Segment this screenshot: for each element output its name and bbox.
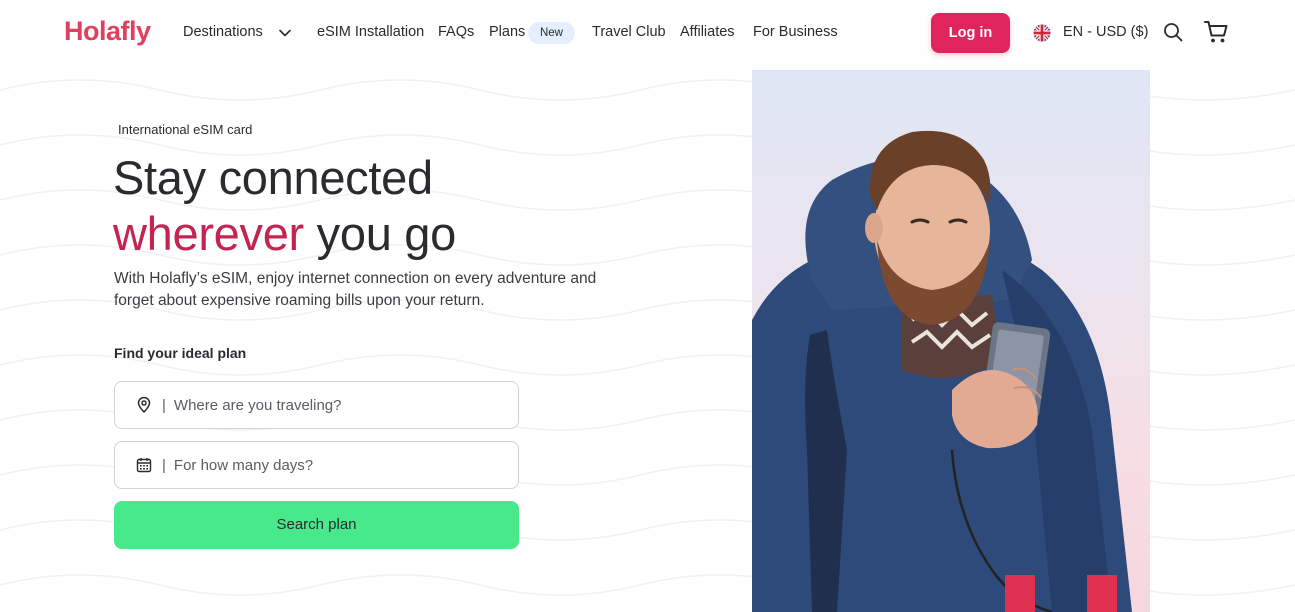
login-button[interactable]: Log in <box>931 13 1010 53</box>
find-plan-label: Find your ideal plan <box>114 345 247 361</box>
uk-flag-icon[interactable] <box>1033 24 1051 42</box>
headline-line1: Stay connected <box>113 151 433 204</box>
nav-for-business[interactable]: For Business <box>753 24 838 40</box>
destination-input[interactable] <box>173 396 494 414</box>
language-currency-selector[interactable]: EN - USD ($) <box>1063 24 1148 40</box>
new-badge: New <box>528 22 575 44</box>
nav-affiliates[interactable]: Affiliates <box>680 24 735 40</box>
cart-icon[interactable] <box>1203 19 1229 45</box>
nav-destinations[interactable]: Destinations <box>183 24 263 40</box>
hero-lead: With Holafly’s eSIM, enjoy internet conn… <box>114 270 597 309</box>
nav-travel-club[interactable]: Travel Club <box>592 24 666 40</box>
site-header: Holafly Destinations eSIM Installation F… <box>0 0 1295 66</box>
traveler-illustration <box>752 130 1132 612</box>
days-field[interactable]: | <box>114 441 519 489</box>
hero-headline: Stay connected wherever you go <box>113 150 456 262</box>
hero-eyebrow: International eSIM card <box>118 122 253 137</box>
search-plan-button[interactable]: Search plan <box>114 501 519 549</box>
hero-photo <box>752 70 1150 612</box>
headline-rest: you go <box>303 207 457 260</box>
calendar-icon <box>136 458 152 473</box>
field-separator: | <box>162 396 166 414</box>
nav-faqs[interactable]: FAQs <box>438 24 474 40</box>
chevron-down-icon[interactable] <box>277 25 293 41</box>
holafly-logo[interactable]: Holafly <box>64 16 151 47</box>
days-input[interactable] <box>173 456 494 474</box>
search-icon[interactable] <box>1162 21 1184 43</box>
headline-accent: wherever <box>113 207 304 260</box>
nav-plans[interactable]: Plans <box>489 24 525 40</box>
destination-field[interactable]: | <box>114 381 519 429</box>
field-separator: | <box>162 456 166 474</box>
nav-esim-installation[interactable]: eSIM Installation <box>317 24 424 40</box>
location-pin-icon <box>137 396 151 414</box>
